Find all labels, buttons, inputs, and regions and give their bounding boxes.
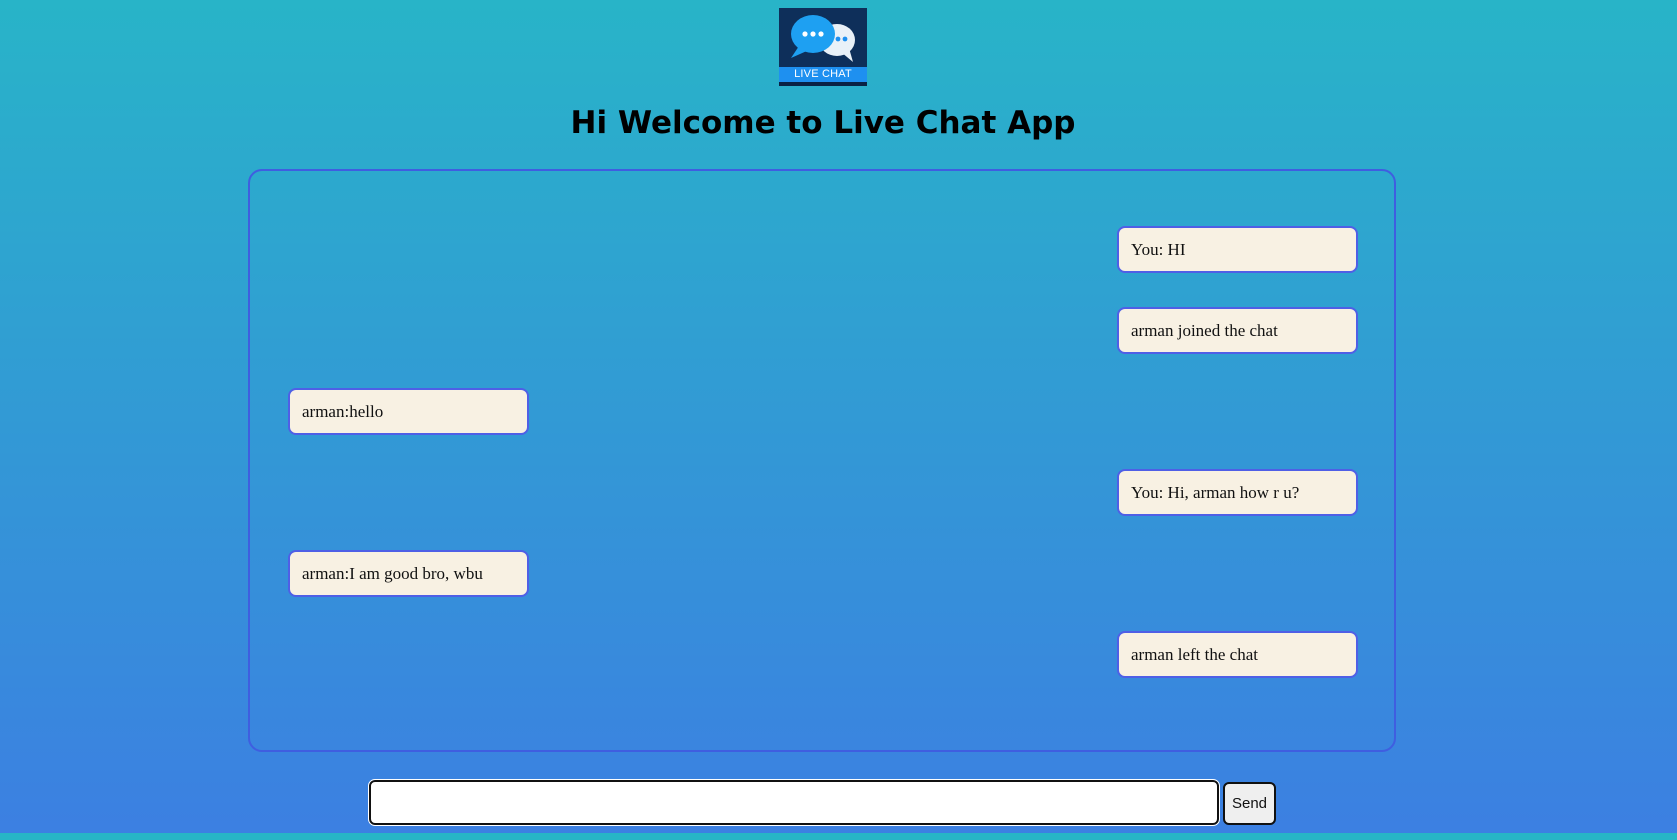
message-bubble-other: arman:I am good bro, wbu	[288, 550, 529, 597]
send-button[interactable]: Send	[1223, 782, 1276, 825]
message-bubble-other: arman:hello	[288, 388, 529, 435]
chat-panel: You: HI arman joined the chat arman:hell…	[248, 169, 1396, 752]
chat-bubbles-icon	[791, 15, 855, 62]
message-input[interactable]	[368, 779, 1220, 826]
app-logo: LIVE CHAT	[779, 8, 867, 86]
message-bubble-system: arman left the chat	[1117, 631, 1358, 678]
message-bubble-self: You: HI	[1117, 226, 1358, 273]
logo-base	[779, 82, 867, 86]
message-bubble-system: arman joined the chat	[1117, 307, 1358, 354]
message-bubble-self: You: Hi, arman how r u?	[1117, 469, 1358, 516]
bottom-strip	[0, 833, 1677, 840]
logo-label: LIVE CHAT	[779, 67, 867, 82]
page-title: Hi Welcome to Live Chat App	[570, 105, 1076, 141]
